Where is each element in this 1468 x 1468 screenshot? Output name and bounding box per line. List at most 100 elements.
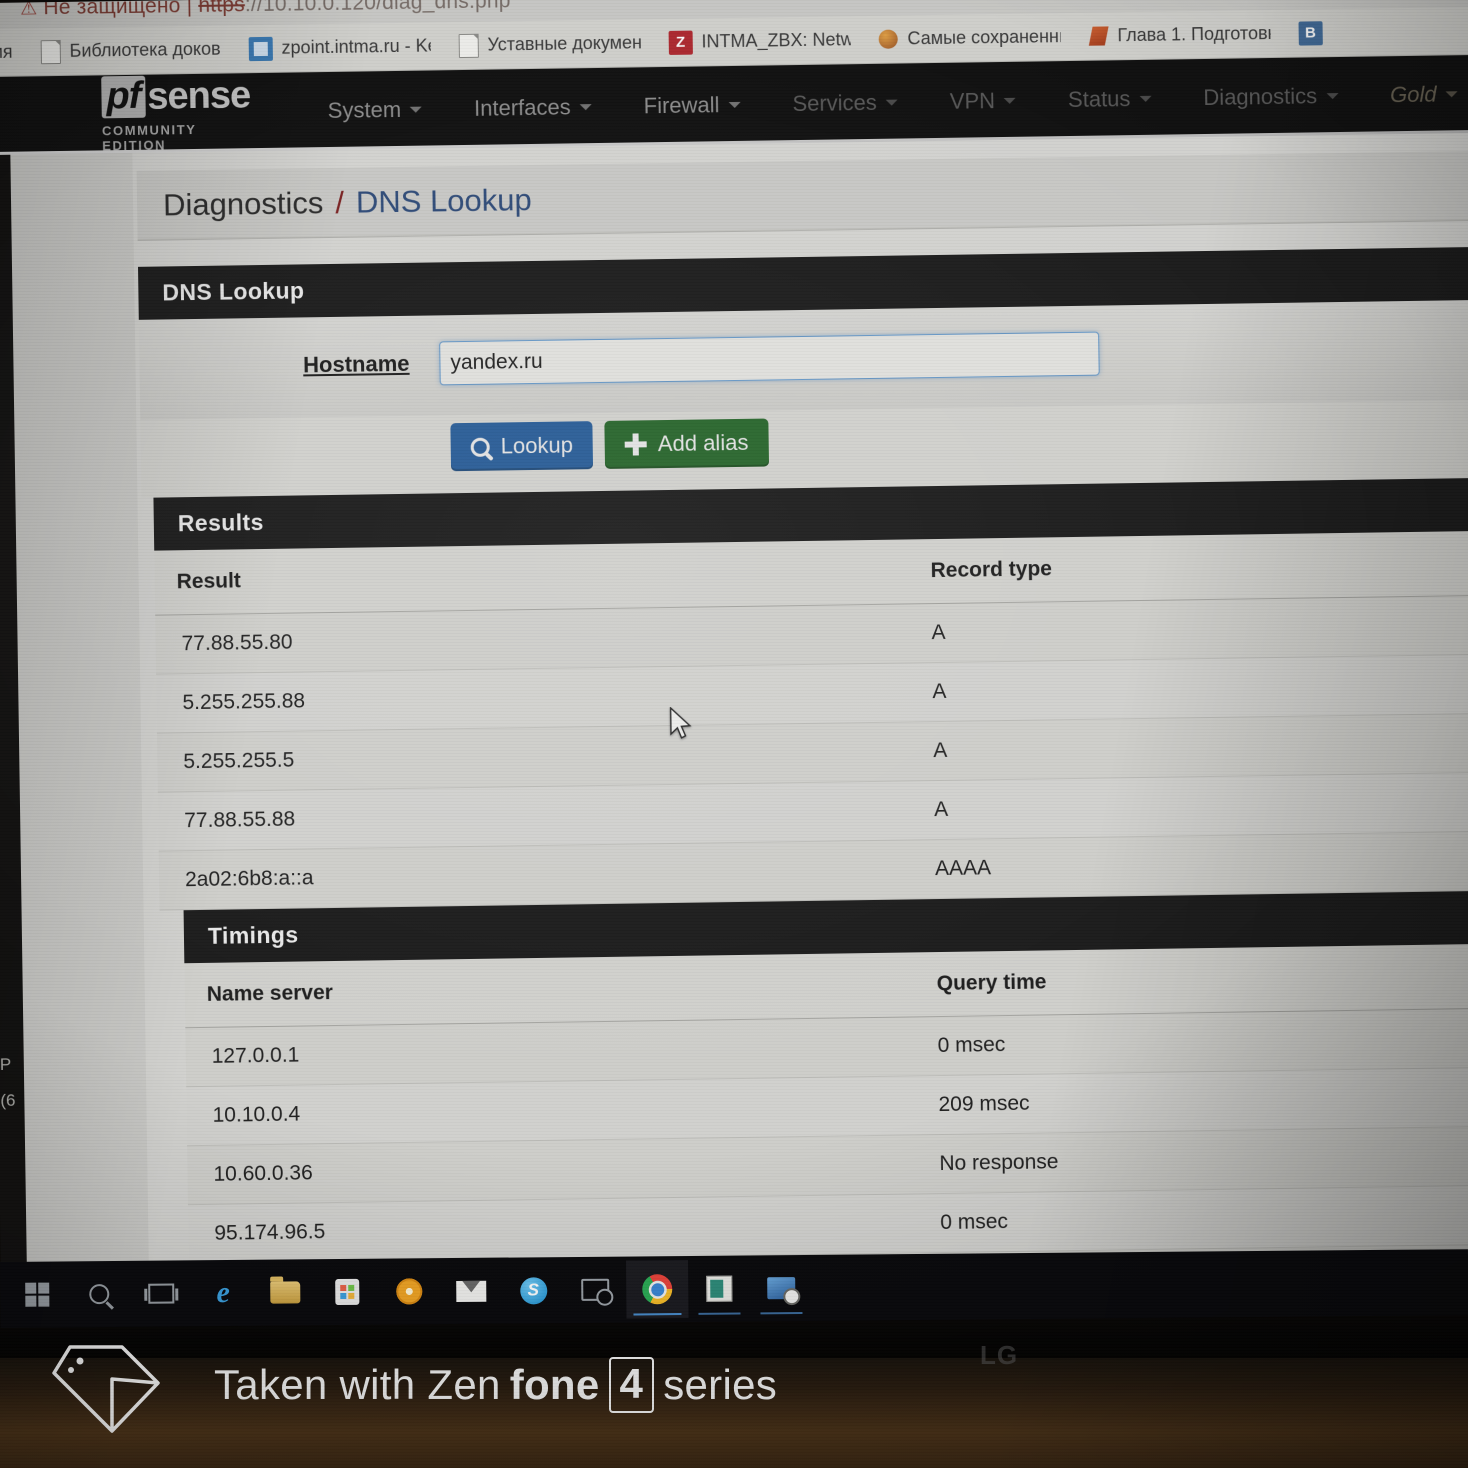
bookmark-item[interactable]: Глава 1. Подготовка bbox=[1074, 21, 1284, 48]
bookmark-item[interactable]: Z INTMA_ZBX: Network bbox=[654, 28, 864, 55]
add-alias-button[interactable]: Add alias bbox=[604, 418, 769, 469]
mail-button[interactable] bbox=[440, 1262, 503, 1321]
nav-item-gold[interactable]: Gold bbox=[1364, 81, 1468, 109]
name-server-value: 95.174.96.5 bbox=[187, 1193, 941, 1264]
nav-label: Interfaces bbox=[473, 94, 571, 121]
chevron-down-icon bbox=[1139, 95, 1152, 102]
chrome-icon bbox=[642, 1274, 673, 1305]
nav-item-status[interactable]: Status bbox=[1042, 85, 1178, 113]
skype-button[interactable]: S bbox=[502, 1261, 565, 1320]
search-button[interactable] bbox=[68, 1265, 131, 1324]
mail-icon bbox=[456, 1280, 487, 1302]
name-server-value: 10.10.0.4 bbox=[186, 1075, 939, 1146]
windows-logo-icon bbox=[24, 1282, 50, 1308]
watermark-text: Taken with Zen fone 4 series bbox=[214, 1357, 777, 1413]
bookmark-item[interactable]: Уставные документы bbox=[444, 31, 654, 58]
record-type-value: A bbox=[931, 595, 1468, 663]
timings-table: Name server Query time 127.0.0.1 0 msec … bbox=[184, 943, 1468, 1293]
name-server-value: 127.0.0.1 bbox=[185, 1016, 939, 1087]
windows-taskbar: e S bbox=[0, 1249, 1468, 1328]
page-title: DNS Lookup bbox=[355, 181, 532, 220]
red-bar-icon bbox=[1088, 24, 1109, 48]
search-icon bbox=[470, 437, 490, 457]
hostname-input[interactable] bbox=[439, 331, 1100, 386]
breadcrumb: Diagnostics / DNS Lookup bbox=[136, 150, 1468, 241]
result-value: 2a02:6b8:a::a bbox=[158, 839, 936, 911]
bookmark-item[interactable]: zpoint.intma.ru - Keri bbox=[234, 34, 444, 61]
hostname-row: Hostname bbox=[138, 299, 1468, 420]
doc-icon bbox=[40, 39, 61, 64]
nav-label: System bbox=[327, 96, 402, 124]
file-explorer-button[interactable] bbox=[254, 1263, 317, 1322]
monitor-screen: ⚠ Не защищено | https://10.10.0.120/diag_… bbox=[0, 0, 1468, 1293]
calculator-icon bbox=[706, 1275, 733, 1302]
nav-label: Status bbox=[1067, 86, 1131, 113]
record-type-value: A bbox=[932, 713, 1468, 781]
microsoft-store-button[interactable] bbox=[316, 1263, 379, 1322]
sunburst-app-button[interactable] bbox=[378, 1262, 441, 1321]
network-tool-button[interactable] bbox=[750, 1259, 813, 1318]
record-type-value: A bbox=[931, 654, 1468, 722]
results-col-result: Result bbox=[154, 539, 932, 616]
chevron-down-icon bbox=[728, 101, 741, 109]
nav-item-interfaces[interactable]: Interfaces bbox=[448, 94, 618, 123]
timings-col-query-time: Query time bbox=[936, 943, 1468, 1017]
not-secure-warning-icon: ⚠ bbox=[20, 0, 38, 20]
nav-item-vpn[interactable]: VPN bbox=[924, 87, 1043, 115]
query-time-value: No response bbox=[938, 1126, 1468, 1194]
chevron-down-icon bbox=[1004, 97, 1017, 104]
bookmark-item[interactable]: Самые сохраненные bbox=[864, 24, 1074, 51]
not-secure-label: Не защищено bbox=[43, 0, 181, 20]
start-button[interactable] bbox=[6, 1265, 69, 1324]
record-type-value: A bbox=[933, 772, 1468, 840]
calculator-button[interactable] bbox=[688, 1259, 751, 1318]
timings-panel: Timings Name server Query time 127.0.0.1… bbox=[183, 890, 1468, 1293]
blue-app-icon bbox=[248, 36, 273, 61]
address-bar-text: ⚠ Не защищено | https://10.10.0.120/diag_… bbox=[20, 0, 511, 21]
query-time-value: 209 msec bbox=[938, 1067, 1468, 1135]
results-panel: Results Result Record type 77.88.55.80 A bbox=[153, 477, 1468, 911]
nav-item-system[interactable]: System bbox=[302, 96, 449, 124]
doc-icon bbox=[458, 33, 479, 58]
nav-item-firewall[interactable]: Firewall bbox=[618, 92, 767, 120]
page-content: Diagnostics / DNS Lookup DNS Lookup Host… bbox=[0, 132, 1468, 1293]
chevron-down-icon bbox=[1445, 91, 1458, 98]
dns-lookup-panel-body: Hostname bbox=[138, 299, 1468, 420]
skype-icon: S bbox=[519, 1276, 547, 1304]
query-time-value: 0 msec bbox=[937, 1008, 1468, 1076]
dns-lookup-panel: DNS Lookup Hostname Lookup Add alias bbox=[138, 246, 1468, 498]
lookup-button-label: Lookup bbox=[500, 432, 574, 459]
bookmark-label: INTMA_ZBX: Network bbox=[701, 29, 851, 52]
task-view-icon bbox=[148, 1283, 175, 1304]
nav-item-diagnostics[interactable]: Diagnostics bbox=[1177, 83, 1364, 112]
bookmark-item[interactable]: ния bbox=[0, 41, 27, 63]
task-view-button[interactable] bbox=[130, 1264, 193, 1323]
sliver-text-p: P bbox=[0, 1054, 12, 1074]
search-icon bbox=[89, 1284, 110, 1305]
breadcrumb-separator: / bbox=[335, 184, 345, 220]
breadcrumb-parent[interactable]: Diagnostics bbox=[163, 185, 324, 223]
bookmark-item[interactable]: B bbox=[1284, 20, 1323, 46]
url-path: ://10.10.0.120/diag_dns.php bbox=[244, 0, 511, 17]
lookup-button[interactable]: Lookup bbox=[450, 421, 594, 472]
nav-item-services[interactable]: Services bbox=[766, 89, 924, 117]
brand-sense-text: sense bbox=[147, 73, 251, 118]
remote-desktop-button[interactable] bbox=[564, 1261, 627, 1320]
edge-button[interactable]: e bbox=[192, 1264, 255, 1323]
chrome-button[interactable] bbox=[626, 1259, 689, 1319]
chevron-down-icon bbox=[885, 99, 898, 106]
zenfone-watermark: Taken with Zen fone 4 series bbox=[40, 1335, 777, 1435]
hostname-label: Hostname bbox=[302, 350, 410, 378]
navbar-menu: System Interfaces Firewall Services VPN bbox=[302, 81, 1468, 125]
vk-icon: B bbox=[1298, 20, 1323, 46]
results-col-record-type: Record type bbox=[930, 530, 1468, 604]
sunburst-icon bbox=[396, 1278, 423, 1305]
watermark-prefix: Taken with Zen bbox=[214, 1361, 501, 1408]
url-scheme: https bbox=[198, 0, 246, 17]
pfsense-logo[interactable]: pf sense COMMUNITY EDITION bbox=[101, 74, 260, 153]
brand-pf-mark: pf bbox=[101, 74, 146, 118]
bookmark-item[interactable]: Библиотека доков bbox=[26, 37, 234, 64]
nav-label: Diagnostics bbox=[1203, 83, 1318, 111]
bookmark-label: ния bbox=[0, 41, 13, 63]
bookmark-label: zpoint.intma.ru - Keri bbox=[281, 35, 431, 58]
